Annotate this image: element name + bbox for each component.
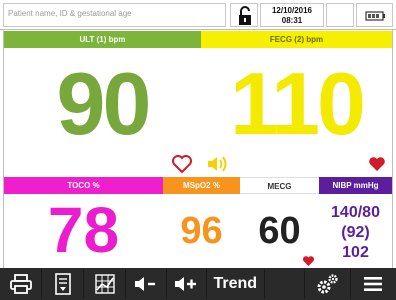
menu-icon	[364, 277, 383, 291]
volume-up-icon	[175, 277, 197, 291]
toco-value: 78	[47, 194, 120, 266]
heart-outline-icon	[172, 155, 192, 174]
fecg-label-bar[interactable]: FECG (2) bpm	[201, 31, 392, 48]
battery-indicator	[356, 3, 393, 27]
mecg-value: 60	[258, 210, 301, 252]
volume-down-icon	[135, 277, 156, 291]
date-text: 12/10/2016	[271, 6, 313, 15]
patient-info-field[interactable]: Patient name, ID & gestational age	[3, 3, 226, 27]
mspo2-value: 96	[180, 210, 223, 252]
volume-down-button[interactable]	[126, 269, 167, 299]
nibp-pulse: 102	[342, 244, 369, 261]
mspo2-label-bar[interactable]: MSpO2 %	[163, 177, 240, 194]
settings-button[interactable]	[305, 269, 351, 299]
nibp-mean: (92)	[341, 224, 370, 241]
volume-up-button[interactable]	[167, 269, 207, 299]
trend-button[interactable]: Trend	[207, 269, 265, 299]
battery-icon	[365, 11, 385, 21]
nibp-readings: 140/80 (92) 102	[319, 203, 392, 263]
settings-icon	[317, 274, 338, 294]
status-box	[326, 3, 354, 27]
print-button[interactable]	[0, 269, 43, 299]
print-icon	[9, 274, 32, 294]
date-time-display: 12/10/2016 08:31	[260, 3, 324, 27]
heart-filled-icon	[369, 157, 385, 171]
mecg-label-bar[interactable]: MECG	[240, 177, 319, 194]
grid-icon	[95, 274, 115, 294]
lock-icon	[239, 6, 251, 25]
bottom-toolbar: Trend	[0, 268, 396, 300]
ult-label-bar[interactable]: ULT (1) bpm	[4, 31, 201, 48]
nibp-label-bar[interactable]: NIBP mmHg	[319, 177, 392, 194]
record-button[interactable]	[42, 269, 85, 299]
spacer	[265, 269, 305, 299]
time-text: 08:31	[281, 16, 303, 25]
menu-button[interactable]	[351, 269, 396, 299]
mecg-heart-icon	[302, 256, 315, 266]
record-icon	[54, 273, 71, 295]
ult-heart-rate-value: 90	[56, 54, 152, 153]
fecg-heart-rate-value: 110	[230, 54, 366, 153]
frame-divider	[392, 30, 393, 268]
toco-label-bar[interactable]: TOCO %	[4, 177, 163, 194]
sound-icon[interactable]	[205, 154, 229, 174]
grid-button[interactable]	[84, 269, 127, 299]
nibp-systolic-diastolic: 140/80	[331, 204, 380, 221]
lock-button[interactable]	[230, 3, 258, 27]
